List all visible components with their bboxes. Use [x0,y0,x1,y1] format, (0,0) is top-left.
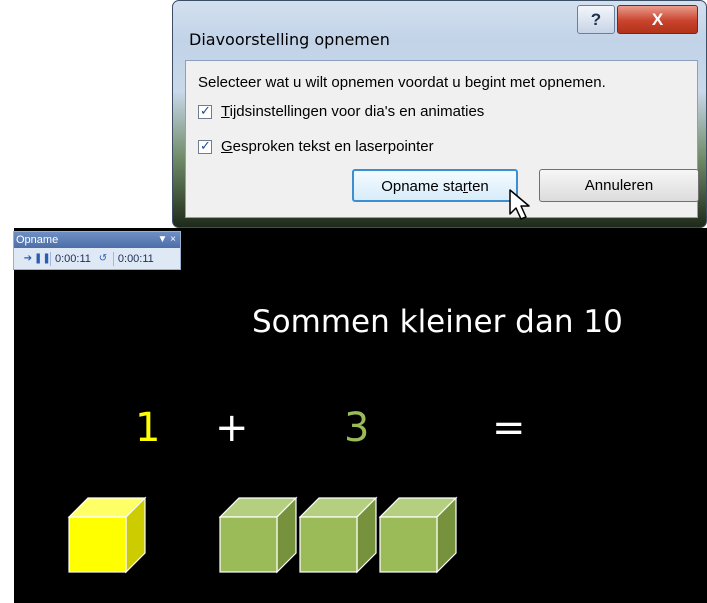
green-cube [218,496,298,574]
timings-checkbox[interactable]: ✓ [198,102,212,119]
checkmark-icon: ✓ [200,102,211,118]
yellow-cube [67,496,147,574]
dropdown-arrow-icon[interactable]: ▼ [157,234,167,245]
recording-toolbar-title: Opname [16,234,59,246]
dialog-instruction: Selecteer wat u wilt opnemen voordat u b… [198,74,606,91]
close-icon[interactable]: × [170,234,176,245]
pause-icon[interactable]: ❚❚ [34,253,51,264]
narration-checkbox[interactable]: ✓ [198,137,212,154]
checkmark-icon: ✓ [200,137,211,153]
close-button[interactable]: X [617,5,698,34]
green-cube [378,496,458,574]
dialog-body: Selecteer wat u wilt opnemen voordat u b… [185,60,699,218]
option-timings[interactable]: ✓ Tijdsinstellingen voor dia's en animat… [198,103,484,120]
toolbar-separator [112,251,114,266]
slide-canvas: Sommen kleiner dan 10 1 + 3 = [14,228,707,603]
next-arrow-icon[interactable]: ➔ [22,253,34,264]
record-slideshow-dialog: Diavoorstelling opnemen ? X Selecteer wa… [172,0,707,228]
counting-cubes [67,496,458,574]
dialog-title: Diavoorstelling opnemen [189,30,390,49]
timings-label[interactable]: Tijdsinstellingen voor dia's en animatie… [221,103,484,120]
recording-toolbar: Opname ▼ × ➔ ❚❚ 0:00:11 ↺ 0:00:11 [13,231,181,270]
total-time: 0:00:11 [117,252,154,265]
cancel-button[interactable]: Annuleren [539,169,699,202]
repeat-icon[interactable]: ↺ [97,253,109,264]
narration-label[interactable]: Gesproken tekst en laserpointer [221,138,434,155]
mouse-cursor-icon [509,189,530,220]
start-recording-button[interactable]: Opname starten [352,169,518,202]
toolbar-separator [50,251,51,266]
slide-time: 0:00:11 [55,252,91,265]
help-button[interactable]: ? [577,5,615,34]
recording-toolbar-titlebar[interactable]: Opname ▼ × [14,232,180,248]
green-cube [298,496,378,574]
option-narration[interactable]: ✓ Gesproken tekst en laserpointer [198,138,434,155]
